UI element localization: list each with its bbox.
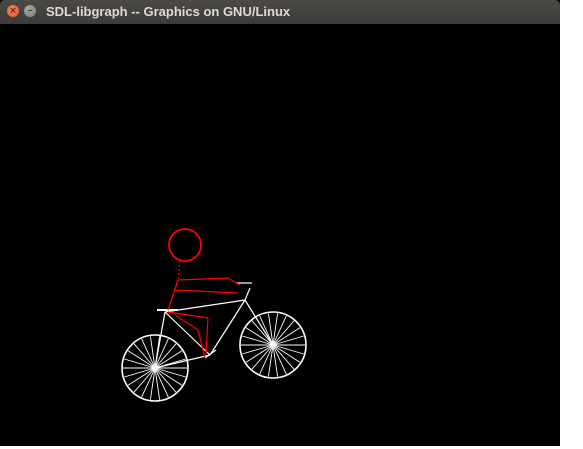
wheel-spoke — [272, 344, 304, 355]
rider-arm-lower — [174, 289, 239, 294]
wheel-spoke — [124, 367, 156, 378]
rider-forearm — [227, 277, 241, 286]
head-tube — [244, 287, 251, 301]
graphics-canvas — [0, 24, 560, 446]
seat-stay — [154, 311, 166, 369]
title-bar[interactable]: × – SDL-libgraph -- Graphics on GNU/Linu… — [0, 0, 560, 24]
rider-drawing — [167, 228, 241, 359]
rider-head — [168, 228, 202, 262]
wheel-spoke — [124, 358, 156, 369]
bicycle-drawing — [121, 282, 307, 402]
rider-torso — [167, 279, 179, 311]
rider-thigh-back — [174, 314, 199, 331]
wheel-spoke — [154, 367, 186, 378]
wheel-spoke — [272, 335, 304, 346]
rider-thigh — [167, 311, 209, 319]
minimize-icon[interactable]: – — [24, 5, 36, 17]
rider-neck — [177, 260, 181, 281]
app-window: × – SDL-libgraph -- Graphics on GNU/Linu… — [0, 0, 560, 446]
close-icon[interactable]: × — [7, 5, 19, 17]
desktop-background — [560, 0, 583, 449]
wheel-spoke — [242, 344, 274, 355]
chain-stay — [154, 354, 211, 369]
rider-upper-arm — [177, 277, 229, 281]
rider-shin — [205, 317, 209, 355]
window-title: SDL-libgraph -- Graphics on GNU/Linux — [46, 4, 291, 19]
